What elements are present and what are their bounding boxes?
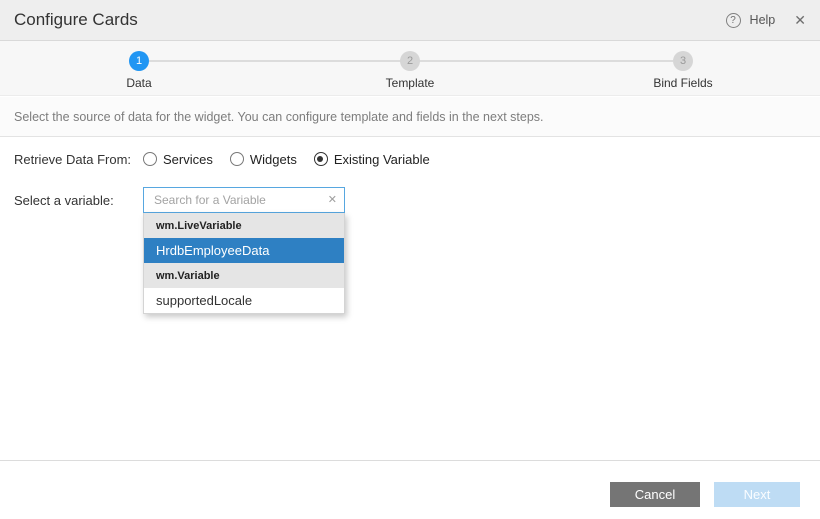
data-source-radio-group: Services Widgets Existing Variable	[143, 145, 430, 173]
radio-existing-variable[interactable]: Existing Variable	[314, 152, 430, 167]
step-label-data: Data	[69, 76, 209, 90]
stepper-connector-1	[149, 60, 410, 62]
radio-services-circle-icon[interactable]	[143, 152, 157, 166]
step-label-bind-fields: Bind Fields	[613, 76, 753, 90]
dropdown-group-wm-livevariable: wm.LiveVariable	[144, 213, 344, 238]
radio-widgets[interactable]: Widgets	[230, 152, 297, 167]
next-button[interactable]: Next	[714, 482, 800, 507]
cancel-button[interactable]: Cancel	[610, 482, 700, 507]
retrieve-data-from-label: Retrieve Data From:	[14, 152, 131, 167]
dropdown-item-hrdbemployeedata[interactable]: HrdbEmployeeData	[144, 238, 344, 263]
wizard-stepper: 1 Data 2 Template 3 Bind Fields	[0, 41, 820, 96]
dropdown-group-wm-variable: wm.Variable	[144, 263, 344, 288]
dropdown-item-supportedlocale[interactable]: supportedLocale	[144, 288, 344, 313]
radio-widgets-circle-icon[interactable]	[230, 152, 244, 166]
radio-existing-variable-circle-icon[interactable]	[314, 152, 328, 166]
step-description-text: Select the source of data for the widget…	[14, 110, 544, 124]
select-variable-label: Select a variable:	[14, 193, 114, 208]
step-label-template: Template	[340, 76, 480, 90]
page-title: Configure Cards	[14, 0, 138, 40]
radio-existing-variable-label: Existing Variable	[334, 152, 430, 167]
step-circle-data[interactable]: 1	[129, 51, 149, 71]
header-actions: ? Help ✕	[726, 0, 806, 40]
help-link[interactable]: Help	[750, 13, 776, 27]
radio-widgets-label: Widgets	[250, 152, 297, 167]
step-circle-template[interactable]: 2	[400, 51, 420, 71]
footer-divider	[0, 460, 820, 461]
step-description-band: Select the source of data for the widget…	[0, 97, 820, 137]
dialog-header: Configure Cards ? Help ✕	[0, 0, 820, 41]
clear-search-icon[interactable]: ✕	[328, 193, 337, 206]
stepper-connector-2	[410, 60, 673, 62]
help-question-icon[interactable]: ?	[726, 13, 741, 28]
radio-services-label: Services	[163, 152, 213, 167]
variable-search-wrap: ✕	[143, 187, 345, 213]
radio-services[interactable]: Services	[143, 152, 213, 167]
configure-cards-dialog: Configure Cards ? Help ✕ 1 Data 2 Templa…	[0, 0, 820, 519]
variable-dropdown-list: wm.LiveVariable HrdbEmployeeData wm.Vari…	[143, 213, 345, 314]
step-circle-bind-fields[interactable]: 3	[673, 51, 693, 71]
close-icon[interactable]: ✕	[794, 13, 806, 27]
variable-search-input[interactable]	[143, 187, 345, 213]
